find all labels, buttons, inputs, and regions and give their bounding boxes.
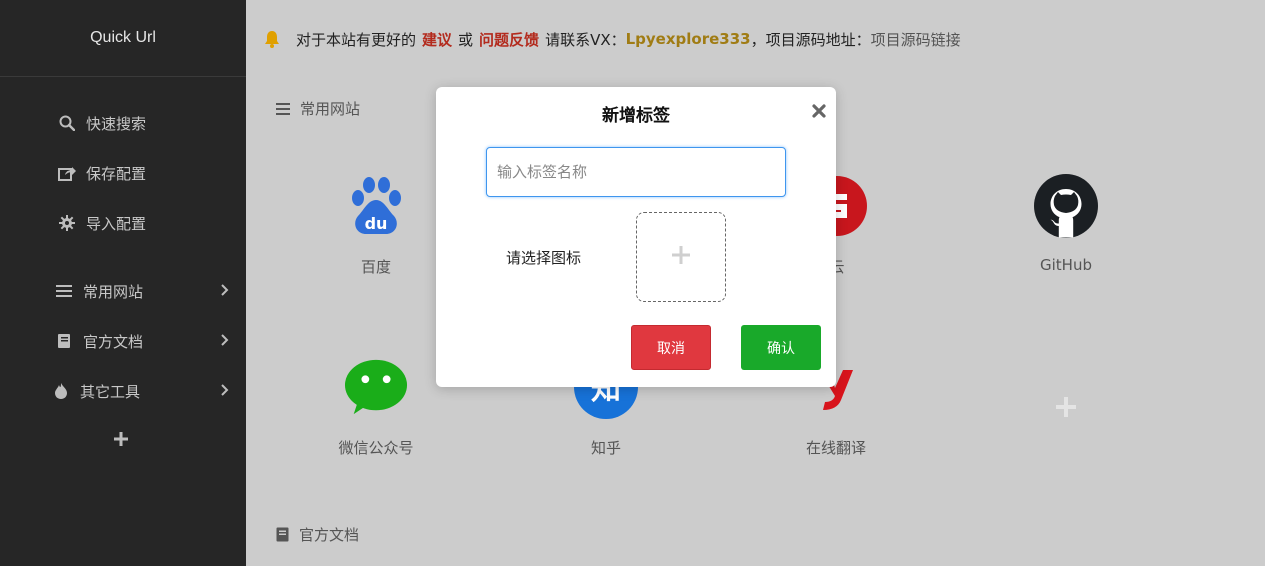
baidu-icon: du bbox=[344, 174, 408, 238]
brand-title[interactable]: Quick Url bbox=[0, 0, 246, 77]
sidebar-item-label: 导入配置 bbox=[86, 214, 147, 233]
suggestion-link[interactable]: 建议 bbox=[422, 29, 452, 50]
plus-icon bbox=[671, 245, 691, 269]
sidebar-item-official-docs[interactable]: 官方文档 bbox=[0, 323, 246, 359]
svg-text:du: du bbox=[365, 214, 388, 233]
cancel-button[interactable]: 取消 bbox=[631, 325, 711, 370]
bell-icon bbox=[264, 30, 280, 48]
notice-prefix: 对于本站有更好的 bbox=[296, 30, 417, 49]
flame-icon bbox=[52, 382, 70, 400]
chevron-right-icon bbox=[220, 283, 230, 301]
site-tile-github[interactable]: GitHub bbox=[996, 174, 1136, 304]
sidebar-item-common-sites[interactable]: 常用网站 bbox=[0, 273, 246, 309]
sidebar-item-label: 保存配置 bbox=[86, 164, 147, 183]
site-tile-baidu[interactable]: du 百度 bbox=[306, 174, 446, 304]
tag-name-input[interactable] bbox=[486, 147, 786, 197]
site-tile-name: GitHub bbox=[1040, 256, 1092, 274]
sidebar-item-import-config[interactable]: 导入配置 bbox=[0, 205, 246, 241]
section-header-official-docs: 官方文档 bbox=[276, 524, 359, 545]
site-tile-name: 百度 bbox=[360, 258, 391, 276]
search-icon bbox=[58, 114, 76, 132]
section-title: 常用网站 bbox=[300, 100, 361, 118]
close-icon bbox=[812, 103, 826, 122]
notice-contact: 请联系VX： bbox=[545, 30, 626, 49]
sidebar-item-quick-search[interactable]: 快速搜索 bbox=[0, 105, 246, 141]
sidebar-item-label: 其它工具 bbox=[80, 382, 141, 401]
feedback-link[interactable]: 问题反馈 bbox=[479, 29, 539, 50]
close-button[interactable] bbox=[810, 103, 828, 121]
site-tile-wechat[interactable]: 微信公众号 bbox=[306, 355, 446, 485]
list-icon bbox=[55, 282, 73, 300]
sidebar-item-label: 快速搜索 bbox=[86, 114, 147, 133]
add-category-button[interactable] bbox=[110, 430, 132, 452]
confirm-button[interactable]: 确认 bbox=[741, 325, 821, 370]
section-title: 官方文档 bbox=[299, 526, 360, 544]
book-icon bbox=[55, 332, 73, 350]
plus-icon bbox=[113, 431, 129, 451]
site-tile-name: 微信公众号 bbox=[338, 439, 414, 457]
notice-or: 或 bbox=[458, 30, 474, 49]
sidebar-item-label: 常用网站 bbox=[83, 282, 144, 301]
gear-icon bbox=[58, 214, 76, 232]
share-icon bbox=[58, 164, 76, 182]
wechat-id: Lpyexplore333 bbox=[625, 30, 751, 48]
list-icon bbox=[276, 102, 290, 116]
book-icon bbox=[276, 527, 289, 542]
sidebar-item-save-config[interactable]: 保存配置 bbox=[0, 155, 246, 191]
sidebar-item-other-tools[interactable]: 其它工具 bbox=[0, 373, 246, 409]
site-tile-name: 在线翻译 bbox=[805, 439, 866, 457]
notice-bar: 对于本站有更好的 建议 或 问题反馈 请联系VX： Lpyexplore333 … bbox=[264, 27, 961, 51]
source-code-link[interactable]: 项目源码链接 bbox=[871, 29, 961, 50]
github-icon bbox=[1034, 174, 1098, 238]
site-tile-name: 知乎 bbox=[590, 439, 621, 457]
dialog-title: 新增标签 bbox=[602, 106, 670, 126]
section-header-common-sites: 常用网站 bbox=[276, 98, 360, 119]
sidebar-item-label: 官方文档 bbox=[83, 332, 144, 351]
sidebar: Quick Url 快速搜索 保存配置 导入配置 常用网站 官方文档 其它工具 bbox=[0, 0, 246, 566]
add-site-button[interactable] bbox=[1052, 395, 1080, 423]
notice-source-prefix: ，项目源码地址： bbox=[750, 30, 871, 49]
icon-upload-box[interactable] bbox=[636, 212, 726, 302]
icon-select-label: 请选择图标 bbox=[506, 249, 582, 267]
plus-icon bbox=[1055, 396, 1077, 422]
wechat-icon bbox=[344, 355, 408, 419]
add-tag-dialog: 新增标签 请选择图标 取消 确认 bbox=[436, 87, 836, 387]
chevron-right-icon bbox=[220, 383, 230, 401]
chevron-right-icon bbox=[220, 333, 230, 351]
